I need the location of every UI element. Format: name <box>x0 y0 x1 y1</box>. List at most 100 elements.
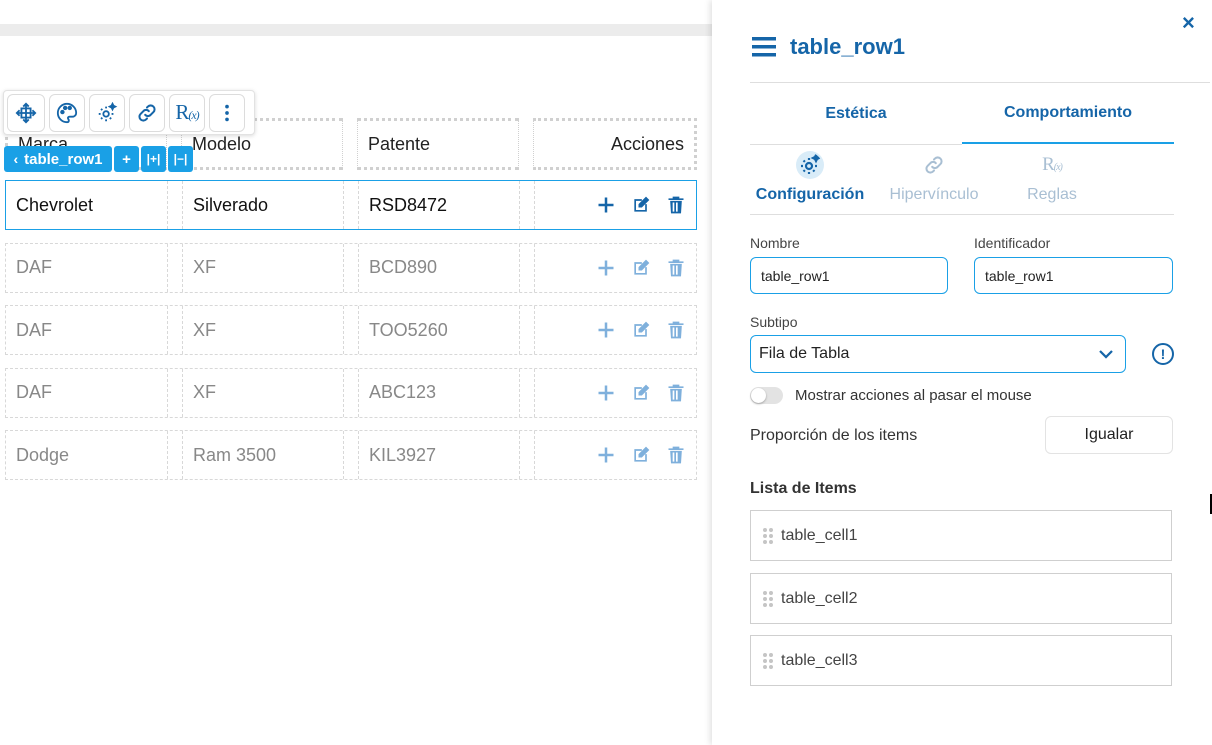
info-icon[interactable]: ! <box>1152 343 1174 365</box>
rules-button[interactable]: R(x) <box>169 93 205 132</box>
table-row[interactable]: DAF XF TOO5260 <box>5 305 697 355</box>
subtab-configuracion[interactable]: Configuración <box>744 150 876 204</box>
palette-icon <box>56 102 78 123</box>
table-cell[interactable]: ABC123 <box>358 368 520 417</box>
edit-icon[interactable] <box>631 445 651 465</box>
panel-header: table_row1 <box>752 34 905 60</box>
header-cell-patente[interactable]: Patente <box>357 118 519 170</box>
table-cell[interactable]: DAF <box>6 368 168 417</box>
selected-element-label: table_row1 <box>24 150 103 168</box>
editor-canvas: R(x) ‹ table_row1 + |+| |−| Marca Modelo… <box>0 0 712 745</box>
drag-handle-icon[interactable] <box>763 652 773 669</box>
name-label: Nombre <box>750 235 800 251</box>
insert-column-icon: |+| <box>146 152 161 166</box>
more-button[interactable] <box>209 93 245 132</box>
trash-icon[interactable] <box>666 258 686 278</box>
settings-gear-icon <box>796 151 824 179</box>
equalize-button[interactable]: Igualar <box>1045 416 1173 454</box>
identifier-input[interactable]: table_row1 <box>974 257 1173 294</box>
table-row[interactable]: DAF XF ABC123 <box>5 367 698 418</box>
rules-icon-sub: (x) <box>188 108 199 122</box>
hamburger-menu-icon[interactable] <box>752 36 776 58</box>
add-row-icon[interactable] <box>596 320 616 340</box>
divider <box>750 144 962 145</box>
link-icon <box>925 156 943 174</box>
hover-actions-toggle[interactable] <box>750 387 783 404</box>
table-cell[interactable]: XF <box>182 368 344 417</box>
tab-estetica[interactable]: Estética <box>750 84 962 144</box>
plus-icon: + <box>122 150 131 168</box>
remove-column-button[interactable]: |−| <box>168 146 193 172</box>
table-row[interactable]: Chevrolet Silverado RSD8472 <box>5 180 697 230</box>
name-input[interactable]: table_row1 <box>750 257 948 294</box>
chevron-left-icon: ‹ <box>13 151 19 167</box>
edit-icon[interactable] <box>631 383 651 403</box>
trash-icon[interactable] <box>666 445 686 465</box>
subtype-label: Subtipo <box>750 314 798 330</box>
drag-handle-icon[interactable] <box>763 590 773 607</box>
rules-icon: R(x) <box>1042 154 1063 175</box>
subtab-hipervinculo[interactable]: Hipervínculo <box>868 150 1000 204</box>
add-row-icon[interactable] <box>596 383 616 403</box>
edit-icon[interactable] <box>631 320 651 340</box>
properties-panel: × table_row1 Estética Comportamiento Con… <box>712 0 1212 745</box>
edit-icon[interactable] <box>631 195 651 215</box>
subtype-select[interactable]: Fila de Tabla <box>750 335 1126 373</box>
table-cell[interactable]: DAF <box>6 306 168 354</box>
edit-icon[interactable] <box>631 258 651 278</box>
table-cell[interactable]: BCD890 <box>358 243 520 292</box>
list-item[interactable]: table_cell3 <box>750 635 1172 686</box>
selected-element-tag[interactable]: ‹ table_row1 <box>4 146 112 172</box>
table-cell[interactable]: XF <box>182 306 344 354</box>
data-table: Marca Modelo Patente Acciones Chevrolet … <box>5 118 697 493</box>
trash-icon[interactable] <box>666 383 686 403</box>
rules-icon-letter: R <box>175 100 189 124</box>
table-cell[interactable]: TOO5260 <box>358 306 520 354</box>
add-row-icon[interactable] <box>596 195 616 215</box>
list-item[interactable]: table_cell2 <box>750 573 1172 624</box>
move-button[interactable] <box>7 93 45 132</box>
panel-title: table_row1 <box>790 34 905 59</box>
actions-cell <box>534 306 698 354</box>
actions-cell <box>534 243 698 292</box>
list-item[interactable]: table_cell1 <box>750 510 1172 561</box>
style-button[interactable] <box>49 93 85 132</box>
more-vertical-icon <box>225 104 229 121</box>
behavior-button[interactable] <box>89 93 125 132</box>
drag-handle-icon[interactable] <box>763 527 773 544</box>
add-row-icon[interactable] <box>596 445 616 465</box>
table-cell[interactable]: RSD8472 <box>358 181 520 229</box>
add-row-icon[interactable] <box>596 258 616 278</box>
table-cell[interactable]: Dodge <box>6 431 168 479</box>
table-cell[interactable]: DAF <box>6 243 168 292</box>
divider <box>750 82 1210 83</box>
identifier-label: Identificador <box>974 235 1051 251</box>
actions-cell <box>534 181 698 229</box>
table-cell[interactable]: XF <box>182 243 344 292</box>
actions-cell <box>534 431 698 479</box>
add-element-button[interactable]: + <box>114 146 139 172</box>
table-cell[interactable]: Ram 3500 <box>182 431 344 479</box>
trash-icon[interactable] <box>666 195 686 215</box>
table-cell[interactable]: Silverado <box>182 181 344 229</box>
header-cell-acciones[interactable]: Acciones <box>533 118 697 170</box>
table-cell[interactable]: Chevrolet <box>6 181 168 229</box>
remove-column-icon: |−| <box>173 152 188 166</box>
behavior-subtabs: Configuración Hipervínculo R(x) Reglas <box>744 150 1174 214</box>
move-icon <box>15 102 37 123</box>
chevron-down-icon <box>1099 350 1113 359</box>
table-row[interactable]: Dodge Ram 3500 KIL3927 <box>5 430 697 480</box>
link-button[interactable] <box>129 93 165 132</box>
proportion-label: Proporción de los items <box>750 427 918 444</box>
subtab-reglas[interactable]: R(x) Reglas <box>986 150 1118 204</box>
element-toolbar: R(x) <box>3 90 255 135</box>
actions-cell <box>534 368 698 417</box>
items-list-title: Lista de Items <box>750 480 857 497</box>
close-icon[interactable]: × <box>1182 10 1195 36</box>
link-icon <box>138 103 156 122</box>
table-cell[interactable]: KIL3927 <box>358 431 520 479</box>
tab-comportamiento[interactable]: Comportamiento <box>962 84 1174 144</box>
insert-column-button[interactable]: |+| <box>141 146 166 172</box>
trash-icon[interactable] <box>666 320 686 340</box>
table-row[interactable]: DAF XF BCD890 <box>5 242 698 293</box>
